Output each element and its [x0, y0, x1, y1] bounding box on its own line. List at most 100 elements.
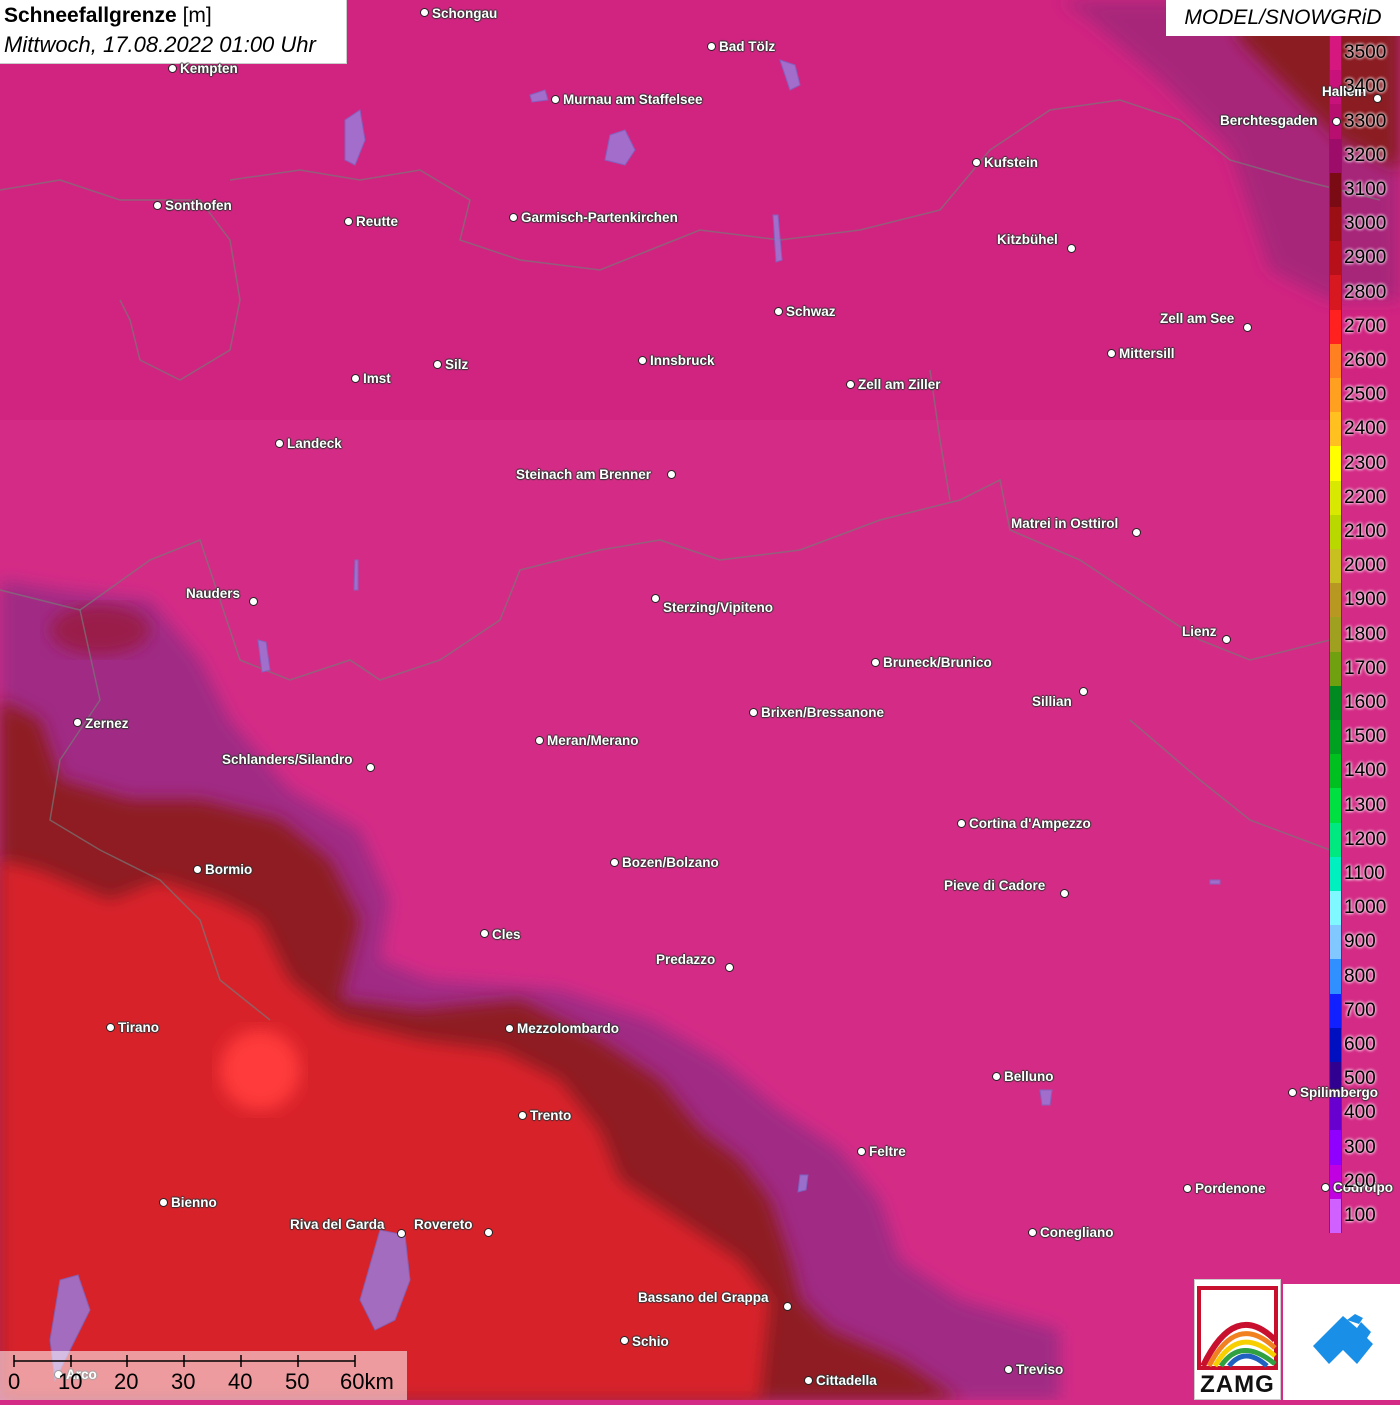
city-marker [551, 95, 560, 104]
legend-swatch [1329, 720, 1342, 755]
legend-tick-label: 1900 [1344, 589, 1387, 611]
city-marker [992, 1072, 1001, 1081]
map-title-box: Schneefallgrenze [m] Mittwoch, 17.08.202… [0, 0, 347, 64]
city-marker [153, 201, 162, 210]
legend-tick-label: 2200 [1344, 486, 1387, 508]
city-marker [1004, 1365, 1013, 1374]
legend-swatch [1329, 241, 1342, 276]
map-title: Schneefallgrenze [m] [4, 4, 212, 28]
city-label: Bormio [205, 862, 253, 877]
legend-swatch [1329, 446, 1342, 482]
legend-tick-label: 1300 [1344, 794, 1387, 816]
chevron-up-icon [1313, 1314, 1373, 1364]
city-marker [351, 374, 360, 383]
legend-tick-label: 600 [1344, 1033, 1376, 1055]
city-marker [518, 1111, 527, 1120]
city-label: Lienz [1182, 624, 1217, 639]
legend-tick-label: 1800 [1344, 623, 1387, 645]
scale-label-50: 50 [285, 1369, 310, 1394]
legend-tick-label: 100 [1344, 1204, 1376, 1226]
city-label: Pieve di Cadore [944, 878, 1046, 893]
legend-swatch [1329, 891, 1342, 926]
legend-tick-label: 700 [1344, 999, 1376, 1021]
legend-tick-label: 200 [1344, 1170, 1376, 1192]
city-marker [610, 858, 619, 867]
legend-tick-label: 2700 [1344, 315, 1387, 337]
city-label: Silz [445, 357, 469, 372]
city-label: Cles [492, 927, 521, 942]
legend-tick-label: 1600 [1344, 691, 1387, 713]
legend-tick-label: 3000 [1344, 213, 1387, 235]
legend-tick-label: 1400 [1344, 760, 1387, 782]
scale-label-10: 10 [58, 1369, 83, 1394]
city-label: Sterzing/Vipiteno [663, 600, 774, 615]
legend-tick-label: 3400 [1344, 76, 1387, 98]
legend-swatch [1329, 617, 1342, 653]
city-label: Bruneck/Brunico [883, 655, 992, 670]
city-label: Zell am Ziller [858, 377, 941, 392]
legend-tick-label: 800 [1344, 965, 1376, 987]
city-label: Kempten [180, 61, 238, 76]
city-marker [505, 1024, 514, 1033]
city-label: Imst [363, 371, 391, 386]
legend-swatch [1329, 959, 1342, 995]
scale-label-30: 30 [171, 1369, 196, 1394]
city-marker [638, 356, 647, 365]
city-label: Riva del Garda [290, 1217, 385, 1232]
city-label: Innsbruck [650, 353, 715, 368]
scale-label-20: 20 [114, 1369, 139, 1394]
city-label: Conegliano [1040, 1225, 1114, 1240]
city-marker [168, 64, 177, 73]
city-marker [1132, 528, 1141, 537]
city-marker [846, 380, 855, 389]
legend-swatch [1329, 685, 1342, 721]
legend-tick-label: 2800 [1344, 281, 1387, 303]
zamg-logo[interactable]: ZAMG [1194, 1279, 1281, 1400]
legend-swatch [1329, 925, 1342, 960]
city-label: Garmisch-Partenkirchen [521, 210, 678, 225]
city-label: Bozen/Bolzano [622, 855, 719, 870]
city-marker [1332, 117, 1341, 126]
legend-tick-label: 3300 [1344, 110, 1387, 132]
legend-tick-label: 1100 [1344, 862, 1385, 884]
legend-tick-label: 400 [1344, 1102, 1376, 1124]
city-marker [344, 217, 353, 226]
legend-swatch [1329, 754, 1342, 789]
city-label: Treviso [1016, 1362, 1064, 1377]
city-marker [774, 307, 783, 316]
city-label: Reutte [356, 214, 399, 229]
legend-tick-label: 1700 [1344, 657, 1387, 679]
scale-label-40: 40 [228, 1369, 253, 1394]
city-marker [1183, 1184, 1192, 1193]
city-label: Sillian [1032, 694, 1072, 709]
scale-bar: 0 10 20 30 40 50 60km [0, 1351, 407, 1400]
city-marker [193, 865, 202, 874]
city-label: Bienno [171, 1195, 217, 1210]
legend-swatch [1329, 207, 1342, 242]
city-label: Schio [632, 1334, 669, 1349]
city-marker [420, 8, 429, 17]
city-label: Pordenone [1195, 1181, 1266, 1196]
color-legend [1329, 36, 1342, 1234]
city-marker [725, 963, 734, 972]
app-logo[interactable] [1283, 1284, 1400, 1400]
city-label: Tirano [118, 1020, 160, 1035]
city-marker [871, 658, 880, 667]
legend-tick-label: 900 [1344, 931, 1376, 953]
city-marker [651, 594, 660, 603]
legend-swatch [1329, 822, 1342, 858]
city-marker [480, 929, 489, 938]
legend-swatch [1329, 856, 1342, 892]
city-label: Kitzbühel [997, 232, 1058, 247]
city-label: Cortina d'Ampezzo [969, 816, 1091, 831]
city-marker [106, 1023, 115, 1032]
title-bold: Schneefallgrenze [4, 4, 177, 27]
city-marker [484, 1228, 493, 1237]
city-marker [1107, 349, 1116, 358]
map-subtitle: Mittwoch, 17.08.2022 01:00 Uhr [4, 32, 316, 57]
city-label: Schongau [432, 6, 498, 21]
city-marker [1288, 1088, 1297, 1097]
city-marker [1222, 635, 1231, 644]
model-label: MODEL/SNOWGRiD [1166, 0, 1400, 36]
legend-swatch [1329, 480, 1342, 516]
